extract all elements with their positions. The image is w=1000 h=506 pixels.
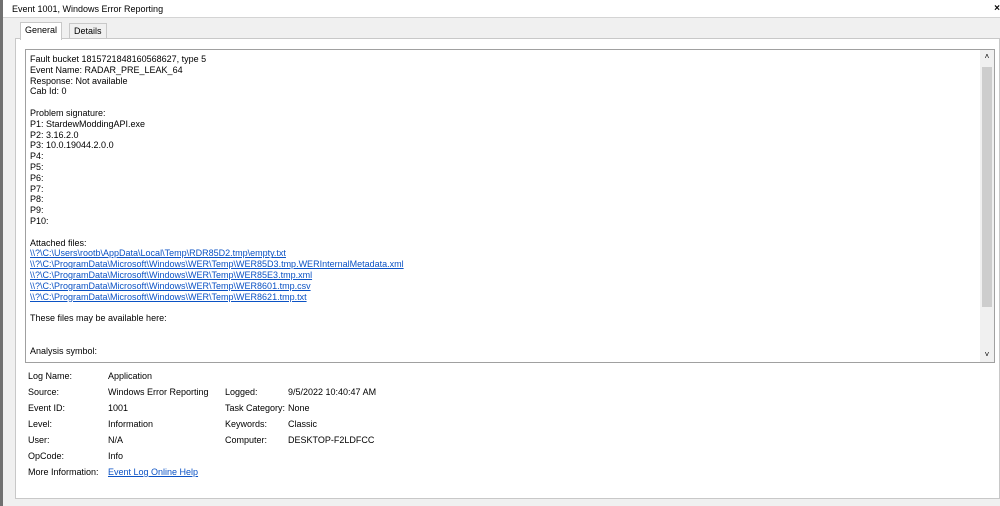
computer-value: DESKTOP-F2LDFCC: [288, 435, 375, 445]
attached-file-link[interactable]: \\?\C:\Users\rootb\AppData\Local\Temp\RD…: [30, 248, 970, 259]
description-line: P3: 10.0.19044.2.0.0: [30, 140, 114, 151]
event-description-textbox[interactable]: Fault bucket 1815721848160568627, type 5…: [25, 49, 995, 363]
description-line: These files may be available here:: [30, 313, 167, 324]
description-line: Event Name: RADAR_PRE_LEAK_64: [30, 64, 183, 75]
window-title: Event 1001, Windows Error Reporting: [12, 4, 164, 14]
description-line: P6:: [30, 172, 44, 183]
event-id-label: Event ID:: [28, 403, 66, 413]
vertical-scrollbar[interactable]: ˄ ˅: [980, 50, 994, 362]
scroll-down-icon[interactable]: ˅: [980, 348, 994, 362]
logged-label: Logged:: [225, 387, 258, 397]
description-line: P2: 3.16.2.0: [30, 129, 79, 140]
description-line: Response: Not available: [30, 75, 128, 86]
description-line: [30, 324, 970, 335]
description-line: P9:: [30, 205, 44, 216]
task-category-value: None: [288, 403, 310, 413]
keywords-label: Keywords:: [225, 419, 268, 429]
event-description-text: Fault bucket 1815721848160568627, type 5…: [30, 54, 970, 356]
source-value: Windows Error Reporting: [108, 387, 209, 397]
description-line: [30, 335, 970, 346]
description-line: P10:: [30, 215, 49, 226]
logged-value: 9/5/2022 10:40:47 AM: [288, 387, 377, 397]
description-line: P4:: [30, 151, 44, 162]
opcode-value: Info: [108, 451, 124, 461]
attached-file-link[interactable]: \\?\C:\ProgramData\Microsoft\Windows\WER…: [30, 292, 970, 303]
title-bar[interactable]: Event 1001, Windows Error Reporting ×: [3, 0, 1000, 18]
description-line: Analysis symbol:: [30, 345, 98, 356]
scroll-up-icon[interactable]: ˄: [980, 50, 994, 64]
description-line: Attached files:: [30, 237, 87, 248]
attached-file-link[interactable]: \\?\C:\ProgramData\Microsoft\Windows\WER…: [30, 259, 970, 270]
description-line: [30, 302, 970, 313]
log-name-label: Log Name:: [28, 371, 73, 381]
level-label: Level:: [28, 419, 53, 429]
description-line: Fault bucket 1815721848160568627, type 5: [30, 54, 207, 64]
event-properties-window: Event 1001, Windows Error Reporting × Ge…: [0, 0, 1000, 506]
description-line: P7:: [30, 183, 44, 194]
description-line: P5:: [30, 161, 44, 172]
tab-general[interactable]: General: [20, 22, 63, 40]
general-panel: Fault bucket 1815721848160568627, type 5…: [15, 38, 1000, 499]
source-label: Source:: [28, 387, 60, 397]
description-line: [30, 227, 970, 238]
description-line: P1: StardewModdingAPI.exe: [30, 118, 146, 129]
log-name-value: Application: [108, 371, 153, 381]
close-icon[interactable]: ×: [990, 3, 1000, 15]
keywords-value: Classic: [288, 419, 318, 429]
event-id-value: 1001: [108, 403, 129, 413]
description-line: P8:: [30, 194, 44, 205]
computer-label: Computer:: [225, 435, 268, 445]
description-line: Problem signature:: [30, 107, 106, 118]
attached-file-link[interactable]: \\?\C:\ProgramData\Microsoft\Windows\WER…: [30, 281, 970, 292]
task-category-label: Task Category:: [225, 403, 286, 413]
tab-details[interactable]: Details: [69, 23, 107, 39]
event-log-online-help-link[interactable]: Event Log Online Help: [108, 467, 198, 477]
attached-file-link[interactable]: \\?\C:\ProgramData\Microsoft\Windows\WER…: [30, 270, 970, 281]
scroll-thumb[interactable]: [982, 67, 992, 307]
opcode-label: OpCode:: [28, 451, 65, 461]
user-value: N/A: [108, 435, 124, 445]
level-value: Information: [108, 419, 154, 429]
description-line: [30, 97, 970, 108]
more-information-label: More Information:: [28, 467, 99, 477]
description-line: Cab Id: 0: [30, 86, 67, 97]
event-properties: Log Name: Application Source: Windows Er…: [16, 369, 996, 489]
user-label: User:: [28, 435, 50, 445]
